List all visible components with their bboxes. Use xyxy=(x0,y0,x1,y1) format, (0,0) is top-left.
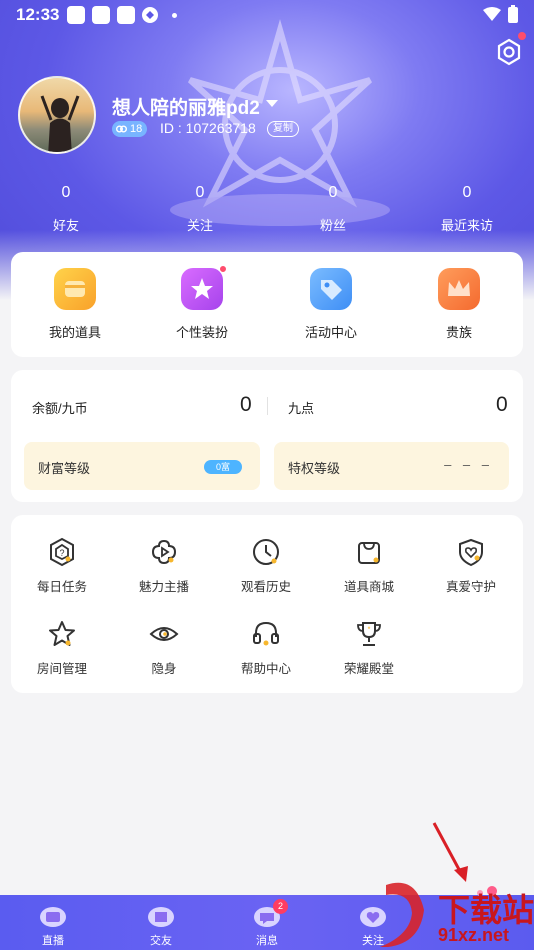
stat-recent-visitors[interactable]: 0 最近来访 xyxy=(427,184,507,234)
points-label: 九点 xyxy=(288,401,315,416)
tool-props-shop[interactable]: 道具商城 xyxy=(329,537,409,595)
user-level-badge: 18 xyxy=(112,121,148,137)
tool-label: 魅力主播 xyxy=(138,580,189,594)
user-level-value: 18 xyxy=(130,123,143,135)
privilege-level-box[interactable]: 特权等级 – – – xyxy=(274,442,509,490)
balance-label: 余额/九币 xyxy=(32,401,88,416)
heart-shield-icon xyxy=(459,538,483,567)
points-value[interactable]: 0 xyxy=(496,393,508,417)
settings-gear-icon[interactable] xyxy=(494,37,524,67)
feature-label: 个性装扮 xyxy=(175,325,228,340)
event-tag-icon xyxy=(310,268,352,310)
wealth-level-box[interactable]: 财富等级 0富 xyxy=(24,442,260,490)
balance-value[interactable]: 0 xyxy=(240,393,252,417)
wifi-icon xyxy=(483,7,501,21)
daily-task-icon: ? xyxy=(50,537,74,567)
stat-label: 粉丝 xyxy=(319,218,346,233)
site-watermark: 下载站 91xz.net xyxy=(376,855,534,950)
shop-bag-icon xyxy=(358,542,380,564)
tab-label: 交友 xyxy=(150,935,172,947)
feature-my-props[interactable]: 我的道具 xyxy=(35,268,115,341)
watermark-text-url: 91xz.net xyxy=(438,925,510,945)
wallet-card: 余额/九币 0 九点 0 财富等级 0富 特权等级 – – – xyxy=(11,370,523,502)
account-switch-caret-icon[interactable] xyxy=(266,100,278,107)
settings-notification-dot xyxy=(518,32,526,40)
tab-live[interactable]: 直播 xyxy=(18,895,88,950)
svg-text:?: ? xyxy=(59,548,64,558)
history-clock-icon xyxy=(253,539,279,565)
copy-id-button[interactable]: 复制 xyxy=(267,121,299,137)
tab-label: 消息 xyxy=(256,935,278,947)
feature-label: 活动中心 xyxy=(304,325,357,340)
friends-tab-icon xyxy=(146,903,176,929)
tool-label: 道具商城 xyxy=(343,580,394,594)
tool-invisible[interactable]: 隐身 xyxy=(124,619,204,677)
tool-watch-history[interactable]: 观看历史 xyxy=(226,537,306,595)
tool-label: 隐身 xyxy=(151,662,177,676)
wealth-level-badge: 0富 xyxy=(204,460,242,474)
feature-label: 我的道具 xyxy=(48,325,101,340)
crown-icon xyxy=(438,268,480,310)
star-room-icon xyxy=(49,621,75,646)
tool-label: 每日任务 xyxy=(36,580,87,594)
props-box-icon xyxy=(54,268,96,310)
notification-icon xyxy=(67,6,85,24)
stat-label: 最近来访 xyxy=(440,218,493,233)
app-status-icon xyxy=(142,7,158,23)
stat-count: 0 xyxy=(462,184,472,201)
tool-label: 真爱守护 xyxy=(445,580,496,594)
stat-count: 0 xyxy=(195,184,205,201)
status-bar: 12:33 xyxy=(0,0,534,30)
live-tab-icon xyxy=(38,903,68,929)
tool-help-center[interactable]: 帮助中心 xyxy=(226,619,306,677)
stat-friends[interactable]: 0 好友 xyxy=(26,184,106,234)
stat-fans[interactable]: 0 粉丝 xyxy=(293,184,373,234)
profile-stats: 0 好友 0 关注 0 粉丝 0 最近来访 xyxy=(0,184,534,244)
stat-following[interactable]: 0 关注 xyxy=(160,184,240,234)
unread-messages-badge: 2 xyxy=(273,899,288,914)
tool-label: 荣耀殿堂 xyxy=(343,662,394,676)
tool-daily-task[interactable]: ? 每日任务 xyxy=(22,537,102,595)
feature-card: 我的道具 个性装扮 活动中心 贵族 xyxy=(11,252,523,357)
new-item-dot xyxy=(219,265,227,273)
tool-label: 房间管理 xyxy=(36,662,87,676)
username: 想人陪的丽雅pd2 xyxy=(112,98,260,119)
battery-icon xyxy=(508,5,518,23)
privilege-level-label: 特权等级 xyxy=(288,461,341,476)
tool-glory-hall[interactable]: 荣耀殿堂 xyxy=(329,619,409,677)
more-notifications-dot xyxy=(172,13,177,18)
feature-nobility[interactable]: 贵族 xyxy=(419,268,499,341)
headset-icon xyxy=(253,621,279,646)
avatar[interactable] xyxy=(18,76,96,154)
stat-count: 0 xyxy=(61,184,71,201)
status-time: 12:33 xyxy=(16,5,60,24)
feature-event-center[interactable]: 活动中心 xyxy=(291,268,371,341)
tab-make-friends[interactable]: 交友 xyxy=(126,895,196,950)
privilege-level-value: – – – xyxy=(444,457,493,472)
tool-label: 观看历史 xyxy=(240,580,291,594)
trophy-icon xyxy=(357,622,381,646)
tool-true-love-guard[interactable]: 真爱守护 xyxy=(431,537,511,595)
eye-icon xyxy=(149,627,179,641)
tab-messages[interactable]: 2 消息 xyxy=(232,895,302,950)
user-id: ID : 107263718 xyxy=(160,120,256,136)
notification-icon xyxy=(117,6,135,24)
stat-label: 好友 xyxy=(52,218,79,233)
dress-up-icon xyxy=(181,265,227,310)
wealth-level-label: 财富等级 xyxy=(38,461,91,476)
stat-count: 0 xyxy=(328,184,338,201)
level-link-icon xyxy=(116,125,127,133)
stat-label: 关注 xyxy=(186,218,213,233)
tools-card: ? 每日任务 魅力主播 观看历史 道具商城 真爱守护 房间管理 隐身 帮助中心 … xyxy=(11,515,523,693)
charm-anchor-icon xyxy=(151,539,177,565)
divider xyxy=(267,397,268,415)
tool-label: 帮助中心 xyxy=(240,662,291,676)
tab-label: 直播 xyxy=(42,935,64,947)
tool-charm-anchor[interactable]: 魅力主播 xyxy=(124,537,204,595)
notification-icon xyxy=(92,6,110,24)
tool-room-manage[interactable]: 房间管理 xyxy=(22,619,102,677)
feature-label: 贵族 xyxy=(445,325,472,340)
feature-dress-up[interactable]: 个性装扮 xyxy=(162,265,242,341)
messages-tab-icon: 2 xyxy=(252,899,288,929)
